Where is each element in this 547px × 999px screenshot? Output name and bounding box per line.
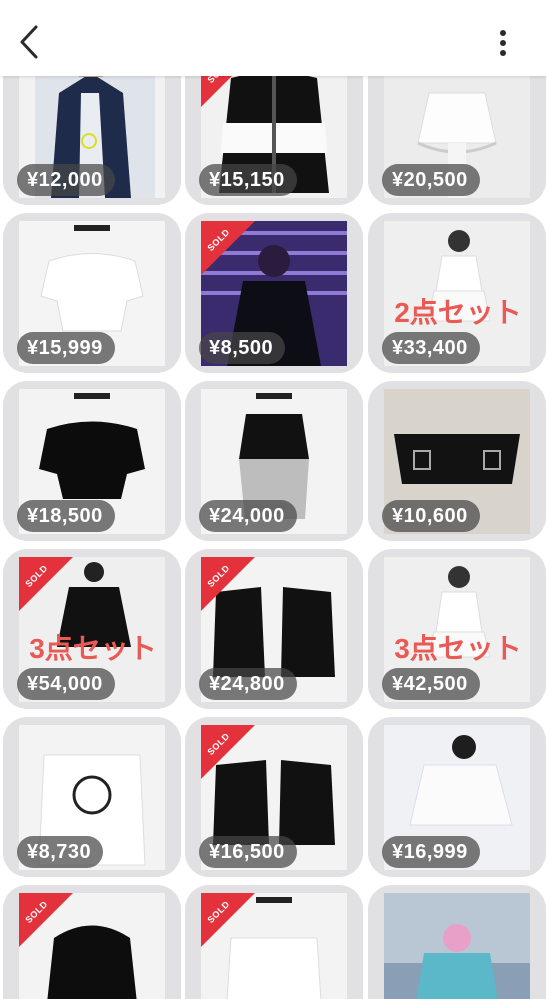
chevron-left-icon [20, 25, 38, 59]
listing-image [384, 893, 530, 999]
listing-card[interactable]: SOLD 3点セット ¥54,000 [3, 549, 181, 709]
listing-card[interactable]: ¥8,730 [3, 717, 181, 877]
more-options-button[interactable] [495, 28, 511, 58]
set-overlay-text: 3点セット [29, 633, 157, 664]
listing-card[interactable]: SOLD ¥24,800 [185, 549, 363, 709]
listing-card[interactable]: SOLD ¥16,500 [185, 717, 363, 877]
set-overlay-text: 3点セット [394, 633, 522, 664]
price-tag: ¥15,999 [17, 332, 115, 364]
listing-image [201, 893, 347, 999]
listing-card[interactable]: ¥16,999 [368, 717, 546, 877]
price-tag: ¥18,500 [17, 500, 115, 532]
price-tag: ¥24,800 [199, 668, 297, 700]
top-app-bar [0, 0, 547, 76]
price-tag: ¥16,999 [382, 836, 480, 868]
vertical-dots-icon [500, 30, 506, 56]
price-tag: ¥42,500 [382, 668, 480, 700]
listing-card[interactable]: ¥24,000 [185, 381, 363, 541]
listing-grid: ¥12,000 SOLD ¥15,150 ¥20,500 ¥15,999 SOL… [0, 0, 547, 999]
set-overlay-text: 2点セット [394, 297, 522, 328]
price-tag: ¥8,730 [17, 836, 104, 868]
price-tag: ¥10,600 [382, 500, 480, 532]
listing-card[interactable]: ¥18,500 [3, 381, 181, 541]
listing-card[interactable]: ¥15,999 [3, 213, 181, 373]
listing-card[interactable] [368, 885, 546, 999]
price-tag: ¥8,500 [199, 332, 286, 364]
price-tag: ¥16,500 [199, 836, 297, 868]
price-tag: ¥15,150 [199, 164, 297, 196]
listing-card[interactable]: SOLD [3, 885, 181, 999]
price-tag: ¥33,400 [382, 332, 480, 364]
back-button[interactable] [10, 22, 48, 62]
price-tag: ¥24,000 [199, 500, 297, 532]
listing-card[interactable]: 2点セット ¥33,400 [368, 213, 546, 373]
listing-card[interactable]: 3点セット ¥42,500 [368, 549, 546, 709]
listing-image [19, 893, 165, 999]
price-tag: ¥54,000 [17, 668, 115, 700]
listing-card[interactable]: ¥10,600 [368, 381, 546, 541]
listing-card[interactable]: SOLD ¥8,500 [185, 213, 363, 373]
price-tag: ¥20,500 [382, 164, 480, 196]
listing-card[interactable]: SOLD [185, 885, 363, 999]
price-tag: ¥12,000 [17, 164, 115, 196]
